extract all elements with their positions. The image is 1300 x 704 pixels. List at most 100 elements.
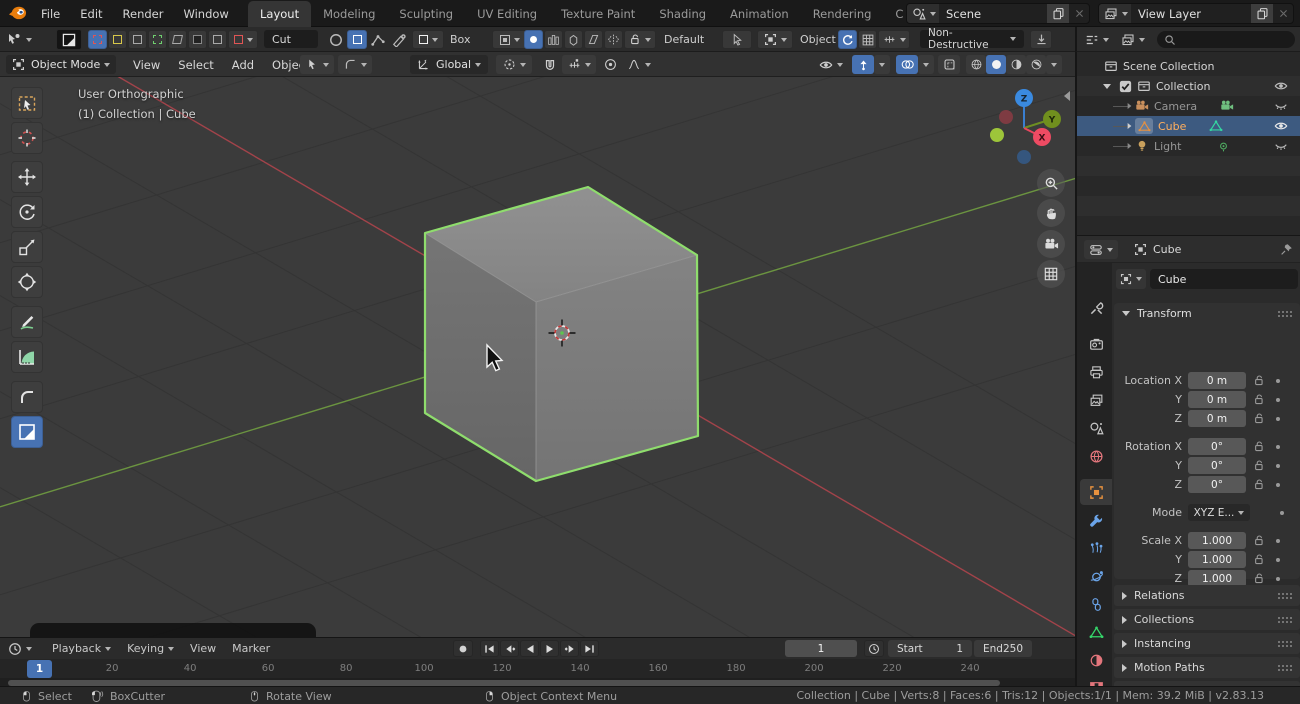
cut-mode-toggle[interactable] xyxy=(88,30,107,49)
tab-view-layer[interactable] xyxy=(1080,387,1112,413)
lock-icon[interactable] xyxy=(1254,460,1265,471)
tab-modifiers[interactable] xyxy=(1080,507,1112,533)
shading-rendered-button[interactable] xyxy=(1026,55,1046,74)
pin-icon[interactable] xyxy=(1280,243,1293,256)
lock-icon[interactable] xyxy=(1254,375,1265,386)
panel-motion-paths[interactable]: Motion Paths xyxy=(1114,657,1300,678)
animate-dot[interactable] xyxy=(1276,379,1280,383)
overlays-dropdown[interactable] xyxy=(896,55,934,74)
animate-dot[interactable] xyxy=(1276,398,1280,402)
search-input[interactable] xyxy=(1176,34,1281,46)
scene-selector[interactable]: Scene xyxy=(906,3,1090,24)
tool-corner[interactable] xyxy=(11,381,43,413)
tab-constraints[interactable] xyxy=(1080,591,1112,617)
grid-snap-toggle[interactable] xyxy=(858,30,877,49)
outliner-row-scene-collection[interactable]: Scene Collection xyxy=(1077,56,1300,76)
inset-mode-toggle[interactable] xyxy=(128,30,147,49)
menu-file[interactable]: File xyxy=(32,3,69,25)
menu-edit[interactable]: Edit xyxy=(71,3,111,25)
gizmo-neg-x[interactable] xyxy=(999,110,1013,124)
play-reverse-button[interactable] xyxy=(520,640,539,657)
lock-toggle[interactable] xyxy=(1254,375,1265,386)
drag-handle[interactable] xyxy=(1277,592,1292,599)
gizmos-dropdown[interactable] xyxy=(852,55,890,74)
slice-mode-toggle[interactable] xyxy=(108,30,127,49)
shape-box-button[interactable] xyxy=(347,30,367,49)
shading-wireframe-button[interactable] xyxy=(966,55,986,74)
view-layer-icon[interactable] xyxy=(1099,4,1131,23)
lock-icon[interactable] xyxy=(1254,554,1265,565)
lock-icon[interactable] xyxy=(1254,573,1265,584)
pan-button[interactable] xyxy=(1037,199,1065,227)
transform-orientation-dropdown[interactable]: Global xyxy=(410,55,488,74)
tool-fallback-dropdown[interactable] xyxy=(300,55,334,74)
lock-icon[interactable] xyxy=(1254,413,1265,424)
save-preset-button[interactable] xyxy=(1030,30,1052,49)
pivot-point-dropdown[interactable] xyxy=(496,55,532,74)
unlink-scene-button[interactable] xyxy=(1069,4,1089,23)
snap-magnet-toggle[interactable] xyxy=(540,55,560,74)
lock-toggle[interactable] xyxy=(1254,460,1265,471)
destructive-mode-dropdown[interactable]: Non-Destructive xyxy=(920,30,1024,48)
transform-panel-header[interactable]: Transform xyxy=(1122,307,1292,320)
mode-icon-dropdown[interactable] xyxy=(492,30,528,49)
lock-icon[interactable] xyxy=(1254,441,1265,452)
timeline-menu-keying[interactable]: Keying xyxy=(119,642,182,655)
cube-expand-icon[interactable] xyxy=(1128,123,1132,129)
cursor-snap-button[interactable] xyxy=(722,30,752,49)
outliner-filter-dropdown[interactable] xyxy=(1085,30,1109,49)
tool-annotate[interactable] xyxy=(11,306,43,338)
shape-ngon-button[interactable] xyxy=(368,30,388,49)
tab-uv-editing[interactable]: UV Editing xyxy=(465,1,549,27)
tab-compositing[interactable]: Compositing xyxy=(883,1,903,27)
gizmo-neg-y[interactable] xyxy=(990,128,1004,142)
transform-value-field[interactable]: 1.000 xyxy=(1188,551,1246,568)
proportional-editing-toggle[interactable] xyxy=(600,55,620,74)
tab-physics[interactable] xyxy=(1080,563,1112,589)
solidify-toggle[interactable] xyxy=(524,30,543,49)
properties-editor-type-dropdown[interactable] xyxy=(1084,240,1118,259)
shading-dropdown[interactable] xyxy=(1046,55,1062,74)
timeline-menu-marker[interactable]: Marker xyxy=(224,642,278,655)
outliner-row-light[interactable]: Light xyxy=(1077,136,1300,156)
tool-rotate[interactable] xyxy=(11,196,43,228)
n-panel-toggle-icon[interactable] xyxy=(1064,91,1070,101)
tab-rendering[interactable]: Rendering xyxy=(801,1,884,27)
animate-dot[interactable] xyxy=(1276,464,1280,468)
light-data-icon[interactable] xyxy=(1217,140,1230,153)
operation-field[interactable]: Cut xyxy=(264,30,318,48)
transform-value-field[interactable]: 1.000 xyxy=(1188,532,1246,549)
drag-handle[interactable] xyxy=(1277,616,1292,623)
tool-boxcutter[interactable] xyxy=(11,416,43,448)
menu-window[interactable]: Window xyxy=(174,3,237,25)
shape-custom-button[interactable] xyxy=(389,30,409,49)
tab-tool[interactable] xyxy=(1080,295,1112,321)
outliner-search[interactable] xyxy=(1157,31,1295,48)
transform-value-field[interactable]: 0 m xyxy=(1188,410,1246,427)
shading-material-button[interactable] xyxy=(1006,55,1026,74)
animate-dot[interactable] xyxy=(1276,417,1280,421)
jump-to-start-button[interactable] xyxy=(480,640,499,657)
lock-toggle[interactable] xyxy=(1254,554,1265,565)
animate-dot[interactable] xyxy=(1276,445,1280,449)
eye-open-icon[interactable] xyxy=(1274,119,1288,133)
frame-end-field[interactable]: End250 xyxy=(974,640,1032,657)
scene-icon[interactable] xyxy=(907,4,939,23)
tool-transform[interactable] xyxy=(11,266,43,298)
snap-target-dropdown[interactable] xyxy=(562,55,596,74)
viewport-menu-add[interactable]: Add xyxy=(223,54,263,76)
object-id-dropdown[interactable] xyxy=(1116,269,1146,289)
extract-mode-toggle[interactable] xyxy=(188,30,207,49)
outliner-display-mode-dropdown[interactable] xyxy=(1121,30,1145,49)
tab-output[interactable] xyxy=(1080,359,1112,385)
knife-mode-toggle[interactable] xyxy=(168,30,187,49)
new-scene-button[interactable] xyxy=(1047,4,1069,23)
timeline-menu-view[interactable]: View xyxy=(182,642,224,655)
mesh-data-icon[interactable] xyxy=(1209,119,1223,133)
lock-toggle[interactable] xyxy=(1254,573,1265,584)
remove-view-layer-button[interactable] xyxy=(1273,4,1293,23)
blender-logo-icon[interactable] xyxy=(8,4,27,24)
play-button[interactable] xyxy=(540,640,559,657)
viewport-3d[interactable]: User Orthographic (1) Collection | Cube … xyxy=(0,77,1075,637)
shape-select-dropdown[interactable] xyxy=(412,30,444,49)
